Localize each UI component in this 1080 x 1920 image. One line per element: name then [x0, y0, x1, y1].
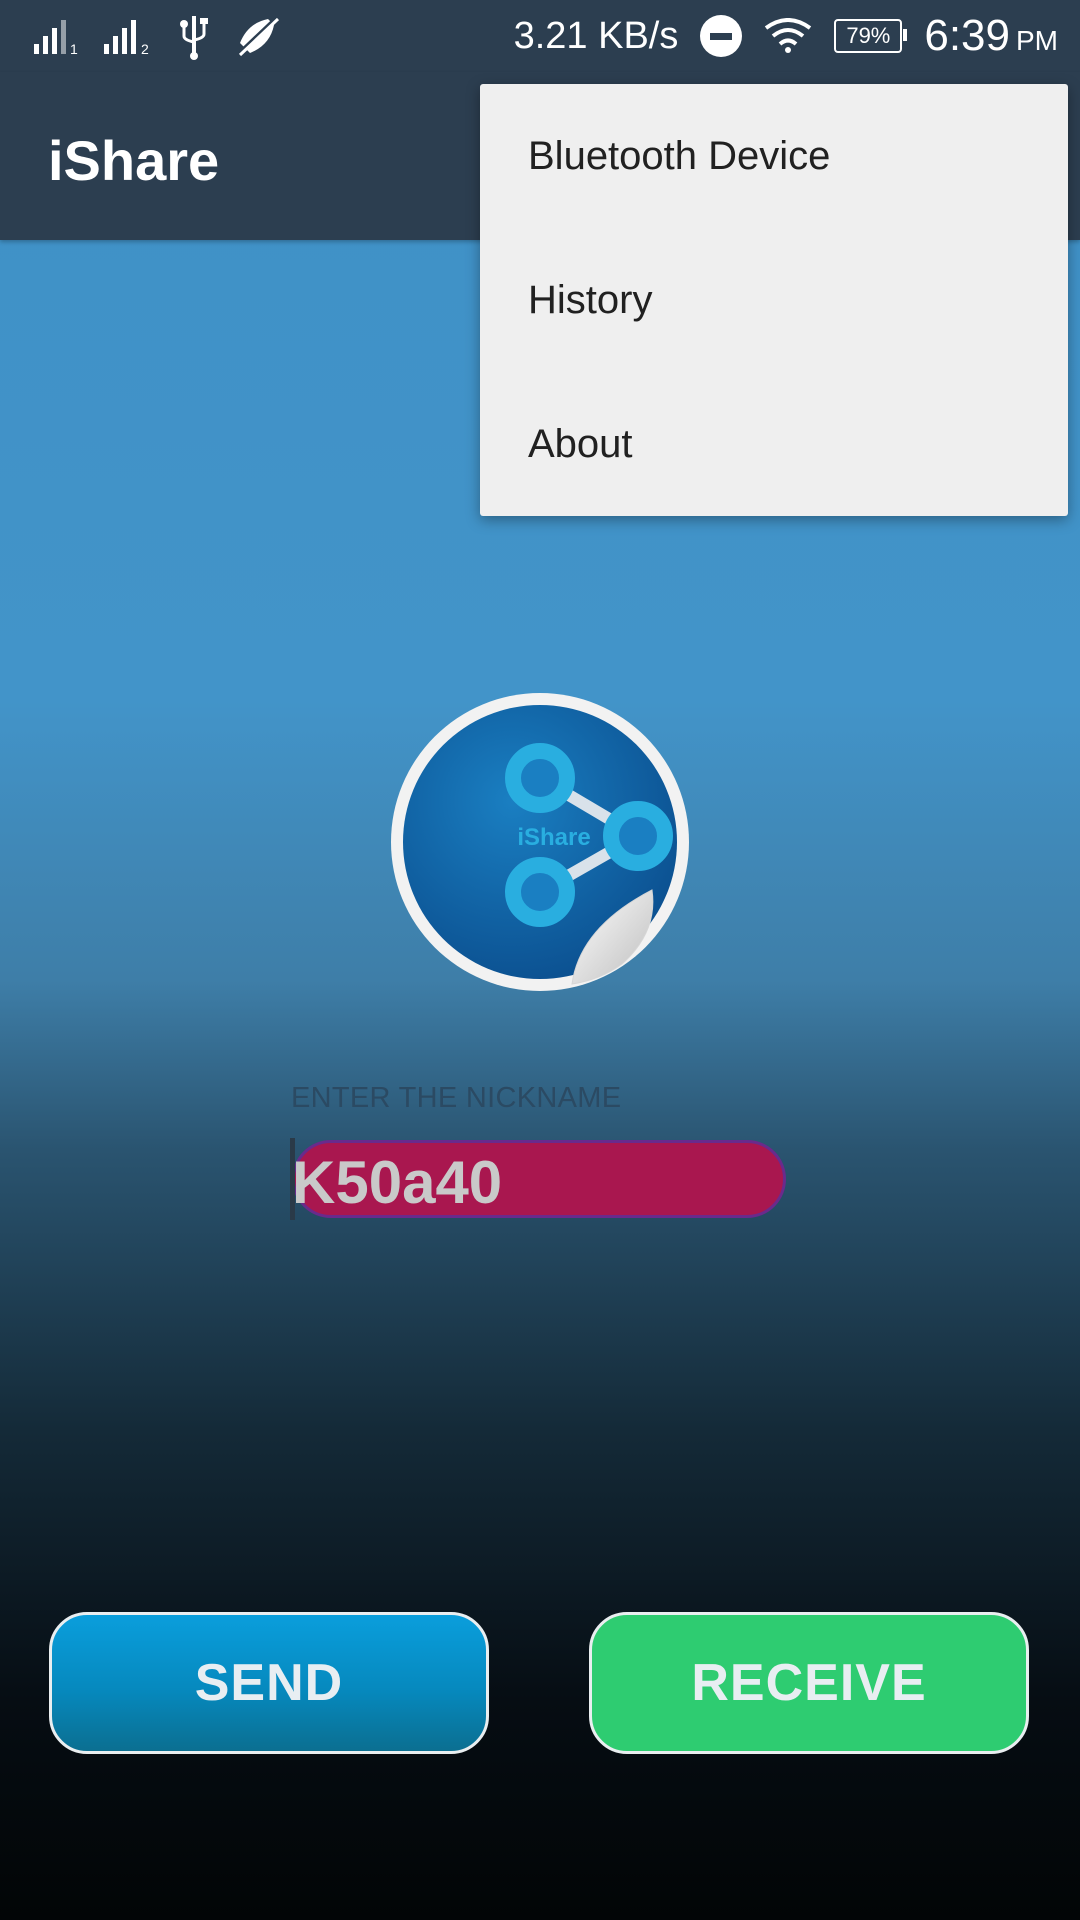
menu-item-history[interactable]: History — [480, 228, 1068, 372]
logo-text: iShare — [517, 824, 590, 851]
network-speed: 3.21 KB/s — [513, 14, 679, 57]
status-bar-right: 3.21 KB/s 79% 6:39 PM — [514, 0, 1058, 72]
battery-icon: 79% — [834, 19, 908, 53]
wifi-icon — [765, 18, 812, 53]
usb-icon — [180, 16, 208, 60]
app-title: iShare — [48, 129, 220, 192]
receive-button-label: RECEIVE — [691, 1654, 927, 1712]
svg-text:1: 1 — [70, 41, 78, 56]
signal-sim1-icon: 1 — [34, 20, 78, 56]
svg-text:2: 2 — [141, 41, 149, 56]
clock-ampm: PM — [1016, 25, 1058, 56]
mute-icon — [236, 15, 280, 57]
ishare-logo: iShare — [391, 693, 689, 991]
send-button-label: SEND — [194, 1654, 344, 1712]
status-bar-left-icons: 1 2 — [32, 12, 282, 60]
clock-time: 6:39 — [924, 11, 1010, 60]
clock: 6:39 PM — [924, 11, 1058, 61]
status-bar: 1 2 3.21 KB/s 79% 6:39 PM — [0, 0, 1080, 72]
menu-item-bluetooth-device[interactable]: Bluetooth Device — [480, 84, 1068, 228]
battery-level: 79% — [846, 23, 891, 48]
menu-item-about[interactable]: About — [480, 372, 1068, 516]
nickname-value[interactable]: K50a40 — [292, 1148, 502, 1217]
send-button[interactable]: SEND — [49, 1612, 489, 1754]
dnd-icon — [700, 15, 743, 57]
nickname-label: ENTER THE NICKNAME — [291, 1082, 622, 1114]
receive-button[interactable]: RECEIVE — [589, 1612, 1029, 1754]
overflow-menu: Bluetooth Device History About — [480, 84, 1068, 516]
signal-sim2-icon: 2 — [104, 20, 149, 56]
